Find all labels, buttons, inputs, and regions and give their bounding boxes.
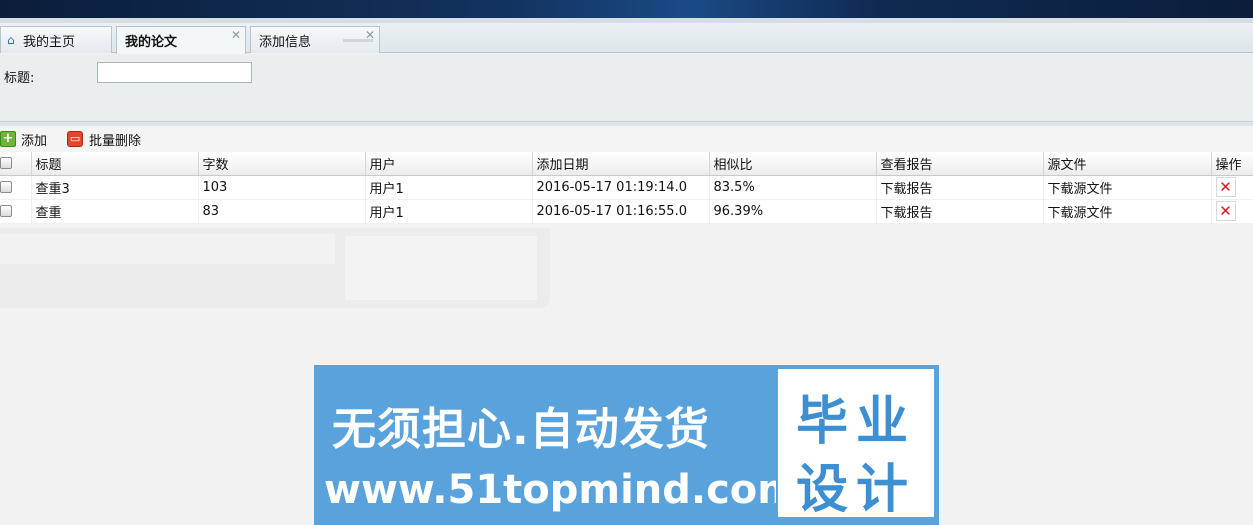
header-words[interactable]: 字数 — [198, 152, 366, 176]
header-similarity[interactable]: 相似比 — [709, 152, 877, 176]
close-icon[interactable]: ✕ — [365, 29, 375, 41]
cell-user: 用户1 — [365, 199, 533, 224]
watermark-seal: 毕业 设计 — [776, 367, 936, 520]
batch-delete-label: 批量删除 — [89, 133, 142, 149]
row-select[interactable] — [0, 199, 32, 224]
tab-my-papers-label: 我的论文 — [125, 35, 178, 50]
papers-table: 标题 字数 用户 添加日期 相似比 查看报告 源文件 操作 查重3 103 用户… — [0, 152, 1253, 224]
cell-actions: ✕ — [1211, 199, 1253, 224]
header-user[interactable]: 用户 — [365, 152, 533, 176]
tab-home-label: 我的主页 — [23, 34, 76, 50]
cell-title: 查重3 — [31, 175, 199, 200]
add-button-label: 添加 — [21, 133, 48, 149]
trash-icon: ▭ — [67, 131, 84, 147]
download-report-link[interactable]: 下载报告 — [876, 199, 1044, 224]
add-button[interactable]: + 添加 — [0, 130, 47, 149]
table-row[interactable]: 查重3 103 用户1 2016-05-17 01:19:14.0 83.5% … — [0, 175, 1253, 200]
cell-words: 83 — [198, 199, 366, 224]
delete-icon[interactable]: ✕ — [1215, 177, 1236, 197]
header-report[interactable]: 查看报告 — [876, 152, 1044, 176]
watermark-slogan: 无须担心.自动发货 — [332, 404, 710, 455]
close-icon[interactable]: ✕ — [231, 29, 241, 41]
cell-date: 2016-05-17 01:16:55.0 — [532, 199, 710, 224]
header-date[interactable]: 添加日期 — [532, 152, 710, 176]
ghost-block — [345, 236, 537, 300]
tab-add-info[interactable]: 添加信息 ✕ — [250, 26, 380, 53]
add-icon: + — [0, 131, 16, 147]
app-banner — [0, 0, 1253, 18]
row-checkbox[interactable] — [0, 181, 12, 193]
title-filter-label: 标题: — [4, 71, 35, 86]
header-title[interactable]: 标题 — [31, 152, 199, 176]
ghost-overlay — [0, 228, 550, 308]
cell-actions: ✕ — [1211, 175, 1253, 200]
download-source-link[interactable]: 下载源文件 — [1043, 175, 1212, 200]
cell-title: 查重 — [31, 199, 199, 224]
header-select-all[interactable] — [0, 152, 32, 176]
cell-words: 103 — [198, 175, 366, 200]
row-checkbox[interactable] — [0, 205, 12, 217]
header-source[interactable]: 源文件 — [1043, 152, 1212, 176]
delete-icon[interactable]: ✕ — [1215, 201, 1236, 221]
tab-add-info-label: 添加信息 — [259, 34, 312, 50]
tab-home[interactable]: ⌂ 我的主页 — [0, 26, 112, 53]
watermark-seal-bottom: 设计 — [796, 460, 917, 520]
home-icon: ⌂ — [7, 33, 15, 47]
cell-similarity: 83.5% — [709, 175, 877, 200]
tab-my-papers[interactable]: 我的论文 ✕ — [116, 26, 246, 54]
tab-bar: ⌂ 我的主页 我的论文 ✕ 添加信息 ✕ — [0, 23, 1253, 54]
watermark-seal-top: 毕业 — [796, 392, 917, 452]
row-select[interactable] — [0, 175, 32, 200]
download-source-link[interactable]: 下载源文件 — [1043, 199, 1212, 224]
header-actions: 操作 — [1211, 152, 1253, 176]
watermark-url: www.51topmind.com — [324, 467, 799, 513]
cell-similarity: 96.39% — [709, 199, 877, 224]
table-row[interactable]: 查重 83 用户1 2016-05-17 01:16:55.0 96.39% 下… — [0, 199, 1253, 224]
select-all-checkbox[interactable] — [0, 157, 12, 170]
ghost-block — [0, 234, 335, 264]
watermark-text-area: 无须担心.自动发货 www.51topmind.com — [314, 365, 799, 525]
grid-toolbar: + 添加 ▭ 批量删除 — [0, 126, 1253, 152]
cell-date: 2016-05-17 01:19:14.0 — [532, 175, 710, 200]
download-report-link[interactable]: 下载报告 — [876, 175, 1044, 200]
title-filter-input[interactable] — [97, 62, 252, 83]
table-header-row: 标题 字数 用户 添加日期 相似比 查看报告 源文件 操作 — [0, 152, 1253, 176]
batch-delete-button[interactable]: ▭ 批量删除 — [57, 130, 141, 149]
cell-user: 用户1 — [365, 175, 533, 200]
search-panel: 标题: — [0, 54, 1253, 122]
watermark-banner: 无须担心.自动发货 www.51topmind.com 毕业 设计 — [314, 365, 939, 525]
